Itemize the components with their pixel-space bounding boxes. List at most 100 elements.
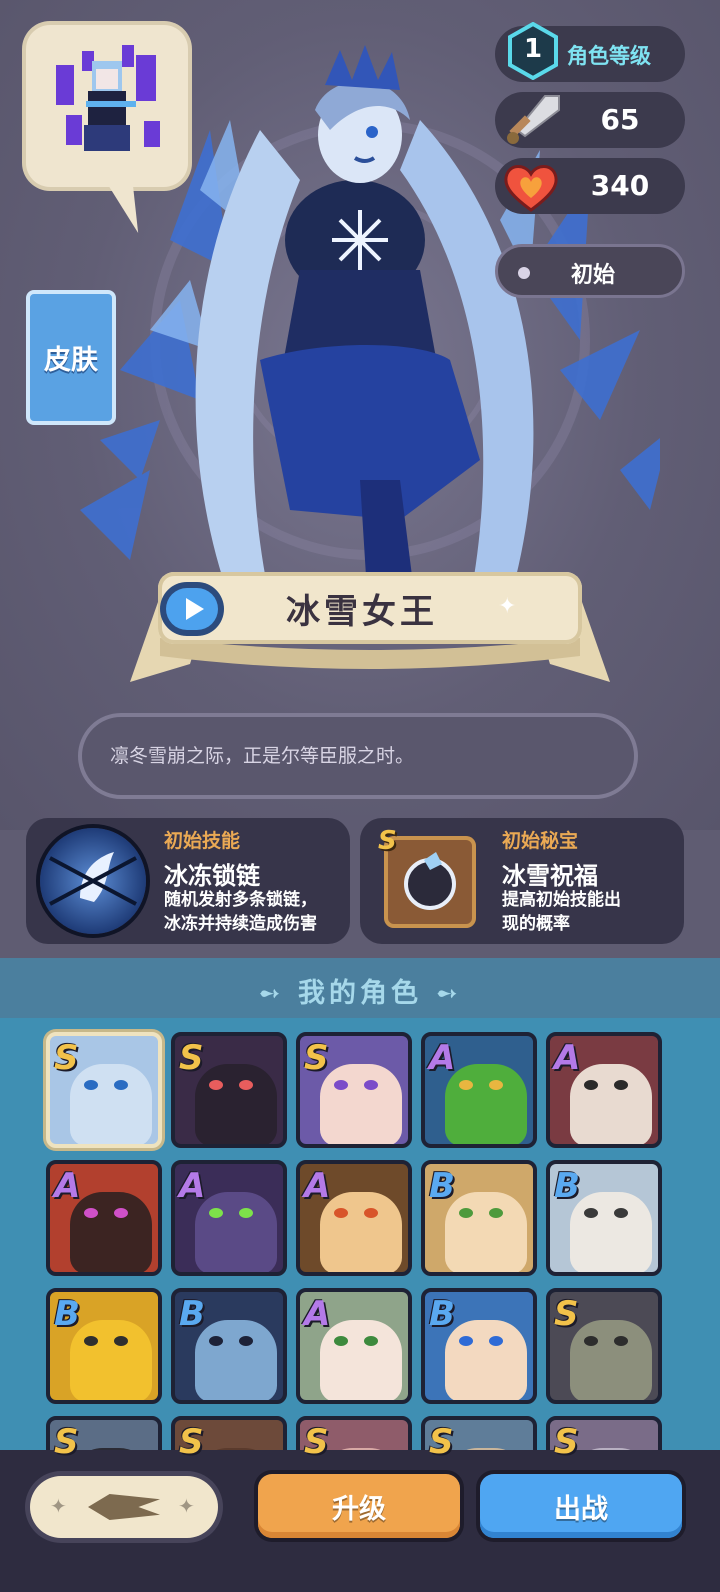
rank-badge: S <box>304 1038 329 1078</box>
character-tile[interactable]: A <box>421 1032 537 1148</box>
chain-skill-icon <box>40 828 146 934</box>
skill-desc-line1: 随机发射多条锁链， <box>164 890 317 910</box>
character-eye <box>239 1336 253 1346</box>
roster-header: ➻ 我的角色 ➻ <box>0 958 720 1018</box>
character-tile[interactable]: B <box>171 1288 287 1404</box>
play-icon <box>186 598 204 620</box>
sword-icon <box>507 95 560 144</box>
skin-tab-label: 皮肤 <box>44 345 98 376</box>
arrow-left-icon: ➻ <box>257 978 298 1009</box>
character-eye <box>84 1336 98 1346</box>
character-face <box>570 1192 652 1272</box>
character-tile[interactable]: A <box>296 1160 412 1276</box>
rank-badge: A <box>429 1038 456 1078</box>
treasure-rank-badge: S <box>378 826 397 856</box>
treasure-kicker: 初始秘宝 <box>502 830 579 852</box>
battle-button[interactable]: 出战 <box>480 1474 682 1538</box>
treasure-title: 冰雪祝福 <box>502 862 598 890</box>
character-eye <box>239 1208 253 1218</box>
character-tile[interactable]: A <box>46 1160 162 1276</box>
rank-badge: S <box>54 1422 79 1458</box>
character-tile[interactable]: A <box>296 1288 412 1404</box>
character-eye <box>239 1080 253 1090</box>
rank-badge: S <box>179 1422 204 1458</box>
character-eye <box>459 1080 473 1090</box>
character-eye <box>584 1080 598 1090</box>
initial-treasure-card[interactable]: S 初始秘宝 冰雪祝福 提高初始技能出 现的概率 <box>360 818 684 944</box>
rank-badge: B <box>429 1294 455 1334</box>
rank-badge: A <box>179 1166 206 1206</box>
sparkle-icon: ✦ <box>498 594 517 619</box>
play-button-face <box>166 588 218 630</box>
heart-icon <box>504 165 558 212</box>
character-face <box>570 1320 652 1400</box>
character-eye <box>84 1208 98 1218</box>
arrow-right-icon: ➻ <box>422 978 463 1009</box>
character-eye <box>209 1336 223 1346</box>
character-tile[interactable]: B <box>421 1160 537 1276</box>
character-eye <box>489 1080 503 1090</box>
character-tile[interactable]: S <box>171 1032 287 1148</box>
character-tile[interactable]: B <box>546 1160 662 1276</box>
rank-badge: S <box>179 1038 204 1078</box>
battle-label: 出战 <box>554 1494 608 1525</box>
hero-quote-box: 凛冬雪崩之际，正是尔等臣服之时。 <box>78 713 638 799</box>
treasure-desc-line1: 提高初始技能出 <box>502 890 621 910</box>
skin-state-label: 初始 <box>570 263 615 288</box>
rank-badge: B <box>554 1166 580 1206</box>
treasure-icon <box>384 836 476 928</box>
character-eye <box>489 1208 503 1218</box>
hero-quote: 凛冬雪崩之际，正是尔等臣服之时。 <box>110 745 415 767</box>
voice-play-button[interactable] <box>160 582 224 636</box>
initial-skill-card[interactable]: 初始技能 冰冻锁链 随机发射多条锁链， 冰冻并持续造成伤害 <box>26 818 350 944</box>
character-eye <box>334 1336 348 1346</box>
character-eye <box>459 1336 473 1346</box>
character-face <box>445 1320 527 1400</box>
character-eye <box>614 1208 628 1218</box>
character-tile[interactable]: B <box>421 1288 537 1404</box>
level-badge-icon: 1 <box>504 22 562 80</box>
character-eye <box>489 1336 503 1346</box>
attack-value: 65 <box>600 103 640 136</box>
hero-pixel-avatar[interactable] <box>26 25 188 233</box>
rank-badge: S <box>304 1422 329 1458</box>
character-face <box>195 1320 277 1400</box>
roster-title: ➻ 我的角色 ➻ <box>0 971 720 1010</box>
character-face <box>570 1064 652 1144</box>
character-eye <box>364 1080 378 1090</box>
rank-badge: S <box>554 1422 579 1458</box>
character-tile[interactable]: A <box>171 1160 287 1276</box>
skin-tab-button[interactable]: 皮肤 <box>26 290 116 440</box>
skin-state-toggle[interactable]: 初始 <box>495 244 685 298</box>
character-tile[interactable]: S <box>296 1032 412 1148</box>
rank-badge: A <box>304 1294 331 1334</box>
emblem-icon <box>88 1494 160 1520</box>
rank-badge: S <box>429 1422 454 1458</box>
emblem-button[interactable]: ✦ ✦ <box>30 1476 218 1538</box>
character-tile[interactable]: A <box>546 1032 662 1148</box>
attack-pill: 65 <box>495 92 685 148</box>
character-tile[interactable]: S <box>546 1288 662 1404</box>
character-eye <box>114 1208 128 1218</box>
rank-badge: S <box>554 1294 579 1334</box>
character-eye <box>114 1336 128 1346</box>
character-eye <box>364 1336 378 1346</box>
character-eye <box>209 1080 223 1090</box>
sparkle-icon: ✦ <box>178 1494 195 1518</box>
rank-badge: S <box>54 1038 79 1078</box>
hero-name: 冰雪女王 <box>286 592 438 632</box>
character-eye <box>114 1080 128 1090</box>
character-eye <box>614 1080 628 1090</box>
rank-badge: B <box>429 1166 455 1206</box>
roster-title-text: 我的角色 <box>298 978 422 1009</box>
character-face <box>195 1192 277 1272</box>
character-face <box>320 1320 402 1400</box>
roster-grid: S S S A A A A A B B B B A B S S S S S S <box>0 1018 720 1458</box>
upgrade-button[interactable]: 升级 <box>258 1474 460 1538</box>
upgrade-label: 升级 <box>332 1494 386 1525</box>
character-tile[interactable]: S <box>46 1032 162 1148</box>
character-eye <box>84 1080 98 1090</box>
rank-badge: A <box>54 1166 81 1206</box>
character-face <box>445 1064 527 1144</box>
character-tile[interactable]: B <box>46 1288 162 1404</box>
